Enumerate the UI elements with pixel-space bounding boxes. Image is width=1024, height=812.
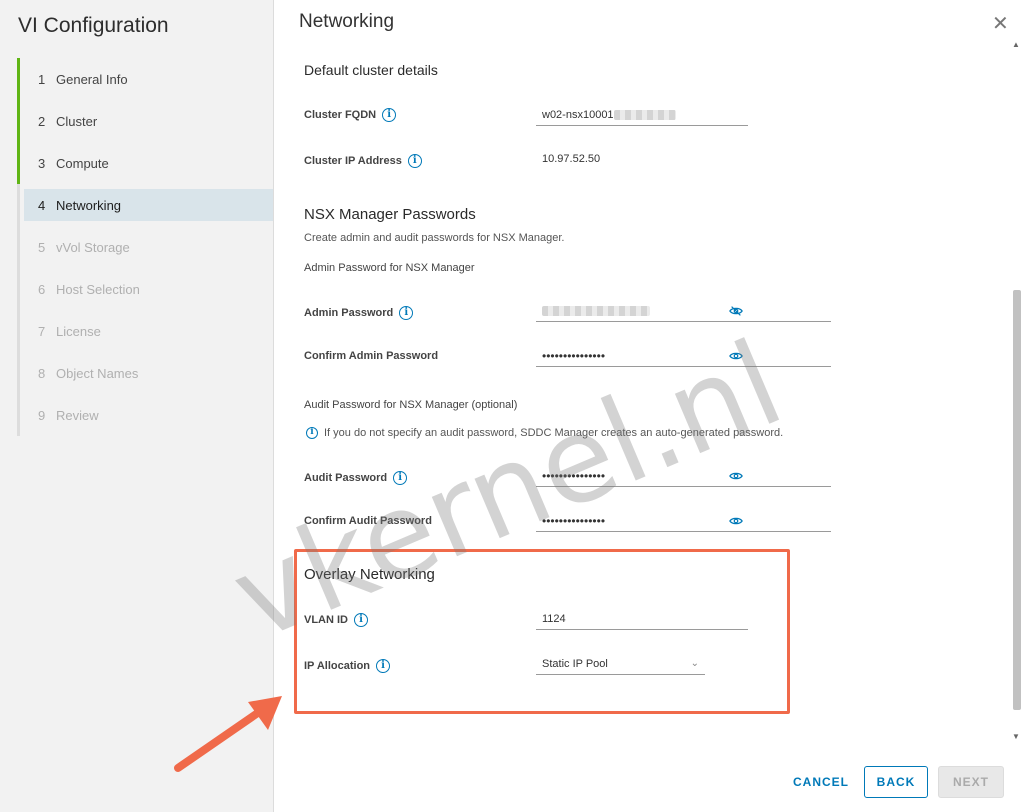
step-number: 5 <box>38 239 46 255</box>
step-number: 7 <box>38 323 46 339</box>
step-progress <box>17 58 20 184</box>
step-license: 7 License <box>24 315 273 347</box>
step-networking[interactable]: 4 Networking <box>24 189 273 221</box>
step-number: 1 <box>38 71 46 87</box>
audit-note-text: If you do not specify an audit password,… <box>324 427 784 439</box>
password-mask: ••••••••••••••• <box>542 513 606 528</box>
confirm-audit-password-text: Confirm Audit Password <box>304 515 432 527</box>
admin-section-heading: Admin Password for NSX Manager <box>304 262 475 274</box>
admin-password-input[interactable] <box>536 300 831 322</box>
annotation-arrow-icon <box>174 696 282 772</box>
page-title: Networking <box>299 11 395 32</box>
next-button[interactable]: NEXT <box>938 766 1004 798</box>
ip-allocation-select[interactable]: Static IP Pool ⌄ <box>536 653 705 675</box>
nsx-heading: NSX Manager Passwords <box>304 206 476 223</box>
eye-icon[interactable] <box>729 469 743 483</box>
step-label: Host Selection <box>56 281 140 297</box>
step-label: Networking <box>56 197 122 213</box>
confirm-admin-password-text: Confirm Admin Password <box>304 350 439 362</box>
cluster-fqdn-input[interactable]: w02-nsx10001 <box>536 104 748 126</box>
step-number: 9 <box>38 407 46 423</box>
step-vvol-storage: 5 vVol Storage <box>24 231 273 263</box>
redacted-text <box>613 109 676 120</box>
overlay-heading: Overlay Networking <box>304 566 435 583</box>
audit-password-input[interactable]: ••••••••••••••• <box>536 465 831 487</box>
step-number: 8 <box>38 365 46 381</box>
step-review: 9 Review <box>24 399 273 431</box>
step-host-selection: 6 Host Selection <box>24 273 273 305</box>
vlan-id-input[interactable]: 1124 <box>536 608 748 630</box>
step-number: 3 <box>38 155 46 171</box>
info-icon[interactable]: i <box>393 471 408 485</box>
admin-password-label: Admin Password i <box>304 306 414 320</box>
confirm-audit-password-label: Confirm Audit Password <box>304 515 432 527</box>
ip-allocation-label: IP Allocation i <box>304 659 391 673</box>
audit-password-label: Audit Password i <box>304 471 408 485</box>
ip-allocation-text: IP Allocation <box>304 660 371 672</box>
info-icon[interactable]: i <box>376 659 391 673</box>
step-label: Cluster <box>56 113 98 129</box>
confirm-admin-password-label: Confirm Admin Password <box>304 350 438 362</box>
scroll-down-icon[interactable]: ▼ <box>1012 732 1020 741</box>
admin-password-text: Admin Password <box>304 307 394 319</box>
password-mask: ••••••••••••••• <box>542 348 606 363</box>
chevron-down-icon: ⌄ <box>690 658 699 669</box>
info-icon[interactable]: i <box>382 108 397 122</box>
step-label: General Info <box>56 71 128 87</box>
eye-icon[interactable] <box>729 514 743 528</box>
audit-note: i If you do not specify an audit passwor… <box>306 427 783 439</box>
cancel-button[interactable]: CANCEL <box>786 766 856 798</box>
close-icon[interactable]: ✕ <box>992 14 1009 34</box>
step-cluster[interactable]: 2 Cluster <box>24 105 273 137</box>
scroll-up-icon[interactable]: ▲ <box>1012 40 1020 49</box>
cluster-ip-value: 10.97.52.50 <box>542 153 601 165</box>
cluster-fqdn-label: Cluster FQDN i <box>304 108 397 122</box>
vlan-id-text: VLAN ID <box>304 614 348 626</box>
eye-icon[interactable] <box>729 349 743 363</box>
audit-section-heading: Audit Password for NSX Manager (optional… <box>304 399 518 411</box>
cluster-ip-label: Cluster IP Address i <box>304 154 422 168</box>
info-icon[interactable]: i <box>354 613 368 627</box>
scrollbar-thumb[interactable] <box>1013 290 1021 710</box>
cluster-fqdn-text: Cluster FQDN <box>304 109 377 121</box>
info-icon: i <box>306 427 318 439</box>
eye-hidden-icon[interactable] <box>729 304 743 318</box>
confirm-audit-password-input[interactable]: ••••••••••••••• <box>536 510 831 532</box>
ip-allocation-value: Static IP Pool <box>542 657 608 670</box>
back-button[interactable]: BACK <box>864 766 928 798</box>
step-label: Review <box>56 407 99 423</box>
redacted-text <box>542 305 650 316</box>
step-number: 6 <box>38 281 46 297</box>
step-label: License <box>56 323 101 339</box>
vlan-id-label: VLAN ID i <box>304 613 368 627</box>
cluster-fqdn-value: w02-nsx10001 <box>542 108 614 121</box>
info-icon[interactable]: i <box>407 154 422 168</box>
step-label: Compute <box>56 155 109 171</box>
vlan-id-value: 1124 <box>542 612 566 625</box>
nsx-description: Create admin and audit passwords for NSX… <box>304 232 565 244</box>
cluster-heading: Default cluster details <box>304 62 438 78</box>
cluster-ip-text: Cluster IP Address <box>304 155 402 167</box>
step-compute[interactable]: 3 Compute <box>24 147 273 179</box>
step-number: 2 <box>38 113 46 129</box>
confirm-admin-password-input[interactable]: ••••••••••••••• <box>536 345 831 367</box>
password-mask: ••••••••••••••• <box>542 468 606 483</box>
step-label: Object Names <box>56 365 139 381</box>
wizard-title: VI Configuration <box>18 14 169 37</box>
step-general-info[interactable]: 1 General Info <box>24 63 273 95</box>
step-label: vVol Storage <box>56 239 130 255</box>
info-icon[interactable]: i <box>399 306 414 320</box>
step-object-names: 8 Object Names <box>24 357 273 389</box>
audit-password-text: Audit Password <box>304 472 388 484</box>
step-number: 4 <box>38 197 46 213</box>
